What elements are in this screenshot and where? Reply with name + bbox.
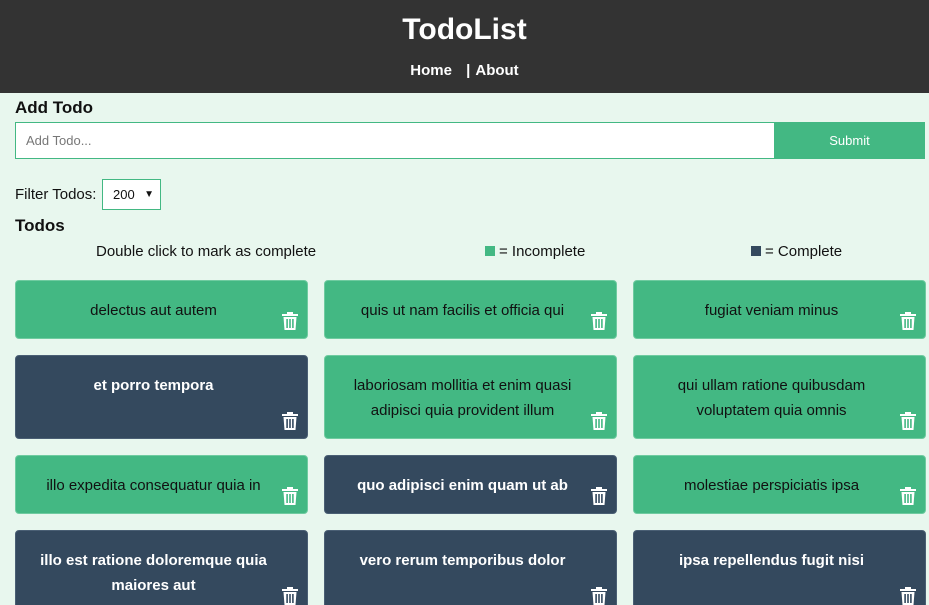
todo-title: quo adipisci enim quam ut ab	[357, 477, 568, 494]
todo-item[interactable]: fugiat veniam minus	[633, 280, 926, 339]
legend-incomplete: = Incomplete	[485, 243, 585, 260]
todo-item[interactable]: delectus aut autem	[15, 280, 308, 339]
nav-about-link[interactable]: About	[475, 62, 518, 79]
todo-item[interactable]: laboriosam mollitia et enim quasi adipis…	[324, 355, 617, 439]
todo-title: ipsa repellendus fugit nisi	[678, 552, 865, 569]
todo-item[interactable]: illo expedita consequatur quia in	[15, 455, 308, 514]
filter-todos-select[interactable]: 200 ▼	[102, 179, 161, 210]
todo-item[interactable]: molestiae perspiciatis ipsa	[633, 455, 926, 514]
todo-item[interactable]: et porro tempora	[15, 355, 308, 439]
todo-title: illo expedita consequatur quia in	[46, 477, 261, 494]
app-header: TodoList Home | About	[0, 0, 929, 93]
todo-title: vero rerum temporibus dolor	[359, 552, 566, 569]
todo-title: qui ullam ratione quibusdam voluptatem q…	[677, 377, 866, 419]
trash-icon[interactable]	[282, 487, 298, 505]
dropdown-caret-icon: ▼	[144, 189, 154, 200]
legend-complete: = Complete	[751, 243, 842, 260]
todo-item[interactable]: illo est ratione doloremque quia maiores…	[15, 530, 308, 605]
todo-title: delectus aut autem	[90, 302, 217, 319]
todo-item[interactable]: quo adipisci enim quam ut ab	[324, 455, 617, 514]
todo-title: quis ut nam facilis et officia qui	[360, 302, 565, 319]
todo-title: molestiae perspiciatis ipsa	[683, 477, 860, 494]
incomplete-swatch-icon	[485, 246, 495, 256]
trash-icon[interactable]	[591, 587, 607, 605]
complete-swatch-icon	[751, 246, 761, 256]
todo-item[interactable]: qui ullam ratione quibusdam voluptatem q…	[633, 355, 926, 439]
add-todo-input[interactable]	[15, 122, 774, 159]
trash-icon[interactable]	[900, 312, 916, 330]
trash-icon[interactable]	[282, 587, 298, 605]
todo-title: illo est ratione doloremque quia maiores…	[40, 552, 267, 594]
nav-home-link[interactable]: Home	[410, 62, 452, 79]
add-todo-heading: Add Todo	[15, 98, 94, 117]
trash-icon[interactable]	[900, 412, 916, 430]
filter-selected-value: 200	[113, 187, 135, 202]
trash-icon[interactable]	[282, 312, 298, 330]
todo-item[interactable]: quis ut nam facilis et officia qui	[324, 280, 617, 339]
trash-icon[interactable]	[591, 487, 607, 505]
trash-icon[interactable]	[591, 412, 607, 430]
trash-icon[interactable]	[282, 412, 298, 430]
trash-icon[interactable]	[900, 587, 916, 605]
todo-item[interactable]: vero rerum temporibus dolor	[324, 530, 617, 605]
legend-complete-label: = Complete	[765, 243, 843, 260]
todo-title: et porro tempora	[93, 377, 214, 394]
legend-incomplete-label: = Incomplete	[499, 243, 586, 260]
todo-item[interactable]: ipsa repellendus fugit nisi	[633, 530, 926, 605]
double-click-hint: Double click to mark as complete	[96, 243, 317, 260]
add-todo-form: Submit	[15, 122, 925, 159]
nav-separator: |	[466, 62, 471, 79]
todo-title: fugiat veniam minus	[704, 302, 839, 319]
todo-title: laboriosam mollitia et enim quasi adipis…	[353, 377, 572, 419]
submit-button[interactable]: Submit	[774, 122, 925, 159]
trash-icon[interactable]	[900, 487, 916, 505]
trash-icon[interactable]	[591, 312, 607, 330]
filter-label: Filter Todos:	[15, 186, 97, 203]
todos-heading: Todos	[15, 216, 65, 235]
app-title: TodoList	[402, 13, 527, 46]
main-nav: Home | About	[0, 62, 929, 79]
